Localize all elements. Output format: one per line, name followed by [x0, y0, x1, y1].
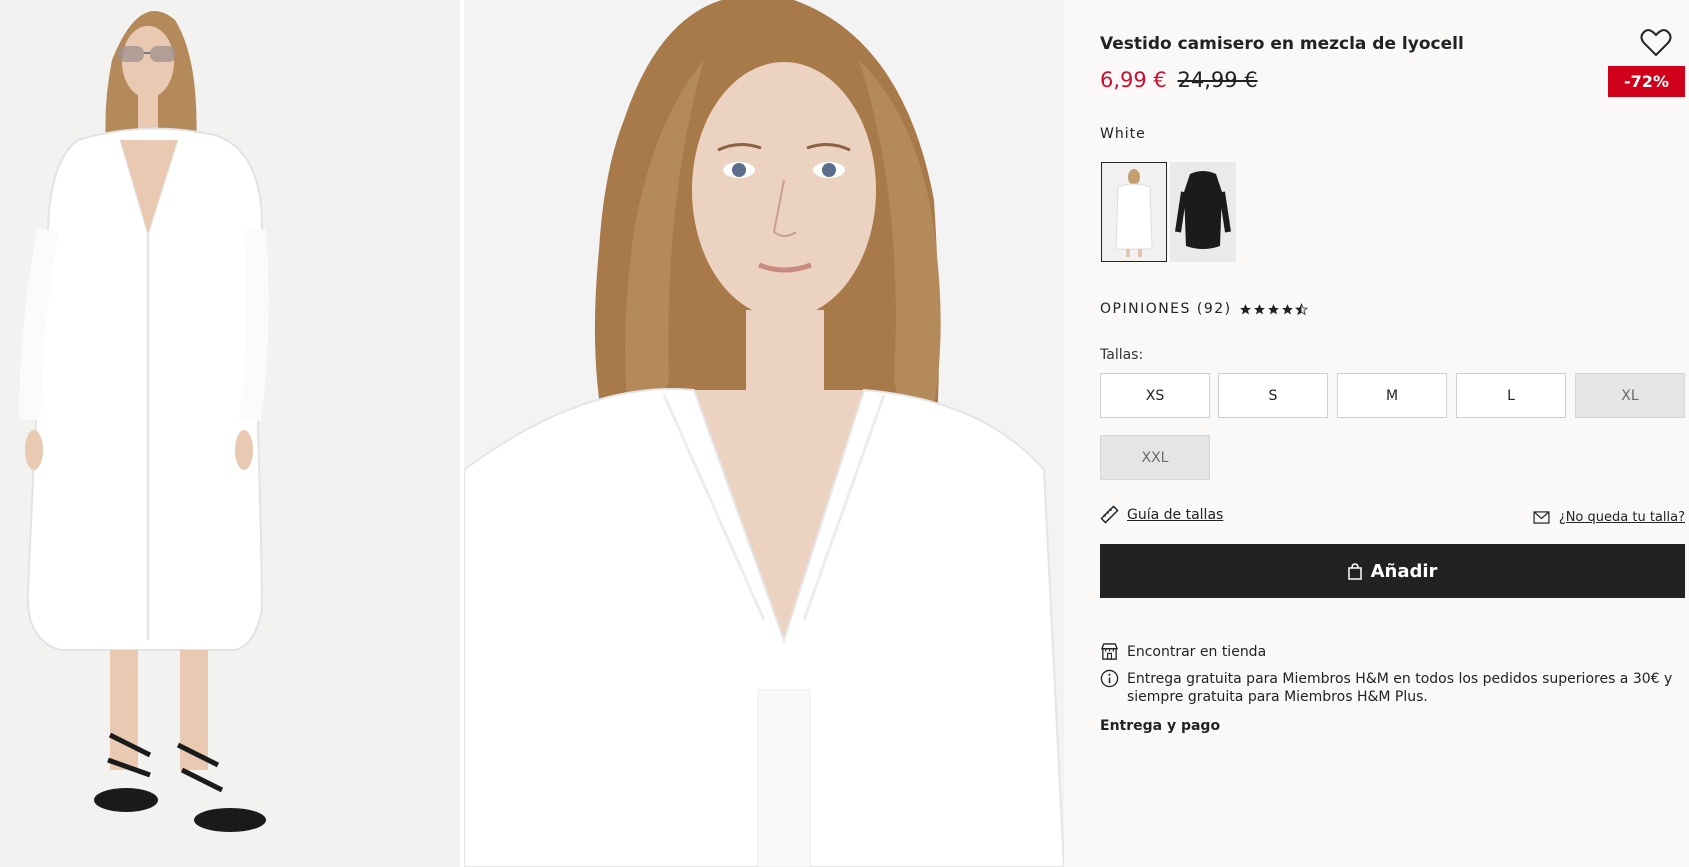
favorite-button[interactable] — [1640, 28, 1672, 58]
star-rating — [1239, 302, 1308, 316]
size-l-button[interactable]: L — [1456, 373, 1566, 418]
star-icon — [1267, 303, 1279, 314]
black-dress-thumbnail — [1170, 162, 1236, 262]
size-xl-button[interactable]: XL — [1575, 373, 1685, 418]
add-to-bag-button[interactable]: Añadir — [1100, 544, 1685, 598]
size-xxl-button[interactable]: XXL — [1100, 435, 1210, 480]
sale-price: 6,99 € — [1100, 68, 1167, 92]
product-image-close-up[interactable] — [464, 0, 1064, 867]
size-s-button[interactable]: S — [1218, 373, 1328, 418]
price-row: 6,99 € 24,99 € — [1100, 68, 1258, 92]
info-icon — [1100, 669, 1119, 688]
sizes-label: Tallas: — [1100, 347, 1144, 363]
find-in-store-link[interactable]: Encontrar en tienda — [1100, 642, 1266, 661]
free-delivery-text: Entrega gratuita para Miembros H&M en to… — [1127, 671, 1673, 705]
heart-icon — [1640, 29, 1672, 57]
star-icon — [1281, 303, 1293, 314]
product-title: Vestido camisero en mezcla de lyocell — [1100, 34, 1464, 54]
size-m-button[interactable]: M — [1337, 373, 1447, 418]
size-guide-link[interactable]: Guía de tallas — [1100, 505, 1223, 524]
reviews-link[interactable]: OPINIONES (92) — [1100, 301, 1308, 317]
selected-color-label: White — [1100, 126, 1146, 142]
shopping-bag-icon — [1347, 562, 1362, 580]
size-xs-button[interactable]: XS — [1100, 373, 1210, 418]
model-full-length-illustration — [0, 0, 460, 867]
free-delivery-info: Entrega gratuita para Miembros H&M en to… — [1100, 669, 1685, 706]
half-star-icon — [1294, 302, 1308, 315]
envelope-icon — [1533, 511, 1550, 524]
swatch-white[interactable] — [1101, 162, 1167, 262]
star-icon — [1253, 303, 1265, 314]
not-your-size-link[interactable]: ¿No queda tu talla? — [1533, 510, 1685, 525]
model-close-up-illustration — [464, 0, 1064, 867]
swatch-black[interactable] — [1170, 162, 1236, 262]
find-in-store-label: Encontrar en tienda — [1127, 643, 1267, 660]
product-image-full-length[interactable] — [0, 0, 460, 867]
star-icon — [1239, 303, 1251, 314]
discount-badge: -72% — [1608, 66, 1685, 97]
white-dress-thumbnail — [1102, 163, 1166, 261]
store-icon — [1100, 643, 1119, 660]
add-to-bag-label: Añadir — [1370, 560, 1438, 582]
delivery-payment-link[interactable]: Entrega y pago — [1100, 718, 1220, 734]
product-info-panel: Vestido camisero en mezcla de lyocell 6,… — [1100, 0, 1685, 867]
size-guide-label: Guía de tallas — [1127, 506, 1224, 523]
not-your-size-label: ¿No queda tu talla? — [1558, 510, 1685, 525]
ruler-icon — [1100, 505, 1119, 524]
reviews-label: OPINIONES (92) — [1100, 301, 1232, 317]
original-price: 24,99 € — [1177, 68, 1258, 92]
